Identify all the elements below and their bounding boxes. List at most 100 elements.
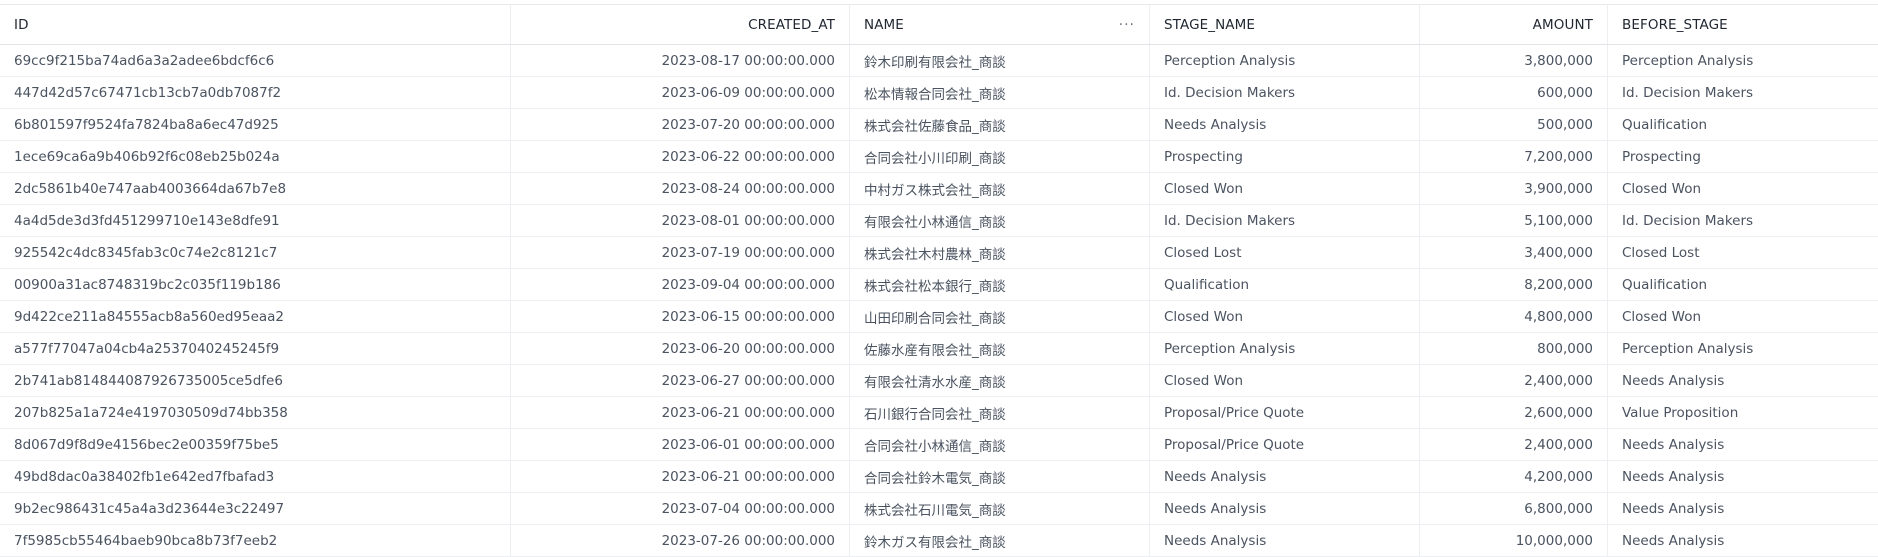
id-cell[interactable]: 925542c4dc8345fab3c0c74e2c8121c7 [0,237,511,268]
name-cell[interactable]: 株式会社佐藤食品_商談 [850,109,1150,140]
name-cell[interactable]: 鈴木ガス有限会社_商談 [850,525,1150,556]
before-stage-cell[interactable]: Needs Analysis [1608,429,1878,460]
id-cell[interactable]: a577f77047a04cb4a2537040245245f9 [0,333,511,364]
created-at-cell[interactable]: 2023-06-21 00:00:00.000 [511,461,850,492]
created-at-cell[interactable]: 2023-06-01 00:00:00.000 [511,429,850,460]
before-stage-cell[interactable]: Needs Analysis [1608,493,1878,524]
amount-cell[interactable]: 500,000 [1420,109,1608,140]
id-cell[interactable]: 49bd8dac0a38402fb1e642ed7fbafad3 [0,461,511,492]
stage-name-cell[interactable]: Needs Analysis [1150,461,1420,492]
table-row[interactable]: 2dc5861b40e747aab4003664da67b7e8 2023-08-… [0,173,1878,205]
created-at-cell[interactable]: 2023-06-21 00:00:00.000 [511,397,850,428]
amount-cell[interactable]: 2,600,000 [1420,397,1608,428]
id-cell[interactable]: 6b801597f9524fa7824ba8a6ec47d925 [0,109,511,140]
created-at-cell[interactable]: 2023-07-20 00:00:00.000 [511,109,850,140]
amount-cell[interactable]: 600,000 [1420,77,1608,108]
name-cell[interactable]: 株式会社木村農林_商談 [850,237,1150,268]
stage-name-cell[interactable]: Closed Won [1150,365,1420,396]
stage-name-cell[interactable]: Prospecting [1150,141,1420,172]
before-stage-cell[interactable]: Id. Decision Makers [1608,205,1878,236]
created-at-cell[interactable]: 2023-07-26 00:00:00.000 [511,525,850,556]
id-cell[interactable]: 2dc5861b40e747aab4003664da67b7e8 [0,173,511,204]
before-stage-cell[interactable]: Value Proposition [1608,397,1878,428]
stage-name-cell[interactable]: Proposal/Price Quote [1150,429,1420,460]
amount-cell[interactable]: 5,100,000 [1420,205,1608,236]
table-row[interactable]: 49bd8dac0a38402fb1e642ed7fbafad3 2023-06-… [0,461,1878,493]
name-cell[interactable]: 合同会社小林通信_商談 [850,429,1150,460]
amount-cell[interactable]: 4,200,000 [1420,461,1608,492]
created-at-cell[interactable]: 2023-06-20 00:00:00.000 [511,333,850,364]
id-cell[interactable]: 7f5985cb55464baeb90bca8b73f7eeb2 [0,525,511,556]
name-cell[interactable]: 佐藤水産有限会社_商談 [850,333,1150,364]
created-at-cell[interactable]: 2023-08-17 00:00:00.000 [511,45,850,76]
id-cell[interactable]: 207b825a1a724e4197030509d74bb358 [0,397,511,428]
amount-cell[interactable]: 2,400,000 [1420,429,1608,460]
before-stage-cell[interactable]: Qualification [1608,269,1878,300]
amount-cell[interactable]: 8,200,000 [1420,269,1608,300]
stage-name-cell[interactable]: Needs Analysis [1150,525,1420,556]
table-row[interactable]: 9b2ec986431c45a4a3d23644e3c22497 2023-07-… [0,493,1878,525]
table-row[interactable]: a577f77047a04cb4a2537040245245f9 2023-06-… [0,333,1878,365]
amount-cell[interactable]: 3,900,000 [1420,173,1608,204]
stage-name-cell[interactable]: Qualification [1150,269,1420,300]
name-cell[interactable]: 有限会社小林通信_商談 [850,205,1150,236]
amount-cell[interactable]: 10,000,000 [1420,525,1608,556]
created-at-cell[interactable]: 2023-07-04 00:00:00.000 [511,493,850,524]
more-horizontal-icon[interactable]: ··· [1119,17,1135,33]
column-header-created-at[interactable]: CREATED_AT [511,5,850,44]
name-cell[interactable]: 中村ガス株式会社_商談 [850,173,1150,204]
column-header-id[interactable]: ID [0,5,511,44]
stage-name-cell[interactable]: Closed Lost [1150,237,1420,268]
table-row[interactable]: 6b801597f9524fa7824ba8a6ec47d925 2023-07-… [0,109,1878,141]
before-stage-cell[interactable]: Needs Analysis [1608,461,1878,492]
stage-name-cell[interactable]: Closed Won [1150,173,1420,204]
id-cell[interactable]: 9d422ce211a84555acb8a560ed95eaa2 [0,301,511,332]
column-header-stage-name[interactable]: STAGE_NAME [1150,5,1420,44]
stage-name-cell[interactable]: Needs Analysis [1150,109,1420,140]
table-row[interactable]: 207b825a1a724e4197030509d74bb358 2023-06-… [0,397,1878,429]
id-cell[interactable]: 2b741ab814844087926735005ce5dfe6 [0,365,511,396]
name-cell[interactable]: 合同会社鈴木電気_商談 [850,461,1150,492]
name-cell[interactable]: 合同会社小川印刷_商談 [850,141,1150,172]
name-cell[interactable]: 鈴木印刷有限会社_商談 [850,45,1150,76]
before-stage-cell[interactable]: Prospecting [1608,141,1878,172]
created-at-cell[interactable]: 2023-06-27 00:00:00.000 [511,365,850,396]
table-row[interactable]: 447d42d57c67471cb13cb7a0db7087f2 2023-06-… [0,77,1878,109]
before-stage-cell[interactable]: Closed Lost [1608,237,1878,268]
stage-name-cell[interactable]: Perception Analysis [1150,45,1420,76]
column-header-name[interactable]: NAME ··· [850,5,1150,44]
name-cell[interactable]: 株式会社石川電気_商談 [850,493,1150,524]
created-at-cell[interactable]: 2023-07-19 00:00:00.000 [511,237,850,268]
before-stage-cell[interactable]: Perception Analysis [1608,333,1878,364]
table-row[interactable]: 925542c4dc8345fab3c0c74e2c8121c7 2023-07-… [0,237,1878,269]
amount-cell[interactable]: 6,800,000 [1420,493,1608,524]
created-at-cell[interactable]: 2023-08-24 00:00:00.000 [511,173,850,204]
id-cell[interactable]: 69cc9f215ba74ad6a3a2adee6bdcf6c6 [0,45,511,76]
stage-name-cell[interactable]: Id. Decision Makers [1150,77,1420,108]
name-cell[interactable]: 松本情報合同会社_商談 [850,77,1150,108]
name-cell[interactable]: 有限会社清水水産_商談 [850,365,1150,396]
before-stage-cell[interactable]: Perception Analysis [1608,45,1878,76]
name-cell[interactable]: 山田印刷合同会社_商談 [850,301,1150,332]
stage-name-cell[interactable]: Needs Analysis [1150,493,1420,524]
before-stage-cell[interactable]: Qualification [1608,109,1878,140]
table-row[interactable]: 9d422ce211a84555acb8a560ed95eaa2 2023-06-… [0,301,1878,333]
amount-cell[interactable]: 4,800,000 [1420,301,1608,332]
before-stage-cell[interactable]: Closed Won [1608,301,1878,332]
id-cell[interactable]: 1ece69ca6a9b406b92f6c08eb25b024a [0,141,511,172]
column-header-amount[interactable]: AMOUNT [1420,5,1608,44]
created-at-cell[interactable]: 2023-08-01 00:00:00.000 [511,205,850,236]
id-cell[interactable]: 00900a31ac8748319bc2c035f119b186 [0,269,511,300]
created-at-cell[interactable]: 2023-06-09 00:00:00.000 [511,77,850,108]
table-row[interactable]: 1ece69ca6a9b406b92f6c08eb25b024a 2023-06-… [0,141,1878,173]
table-row[interactable]: 69cc9f215ba74ad6a3a2adee6bdcf6c6 2023-08-… [0,45,1878,77]
column-header-before-stage[interactable]: BEFORE_STAGE [1608,5,1878,44]
amount-cell[interactable]: 2,400,000 [1420,365,1608,396]
table-row[interactable]: 7f5985cb55464baeb90bca8b73f7eeb2 2023-07-… [0,525,1878,557]
amount-cell[interactable]: 800,000 [1420,333,1608,364]
created-at-cell[interactable]: 2023-06-22 00:00:00.000 [511,141,850,172]
table-row[interactable]: 2b741ab814844087926735005ce5dfe6 2023-06-… [0,365,1878,397]
id-cell[interactable]: 8d067d9f8d9e4156bec2e00359f75be5 [0,429,511,460]
stage-name-cell[interactable]: Perception Analysis [1150,333,1420,364]
table-row[interactable]: 8d067d9f8d9e4156bec2e00359f75be5 2023-06-… [0,429,1878,461]
